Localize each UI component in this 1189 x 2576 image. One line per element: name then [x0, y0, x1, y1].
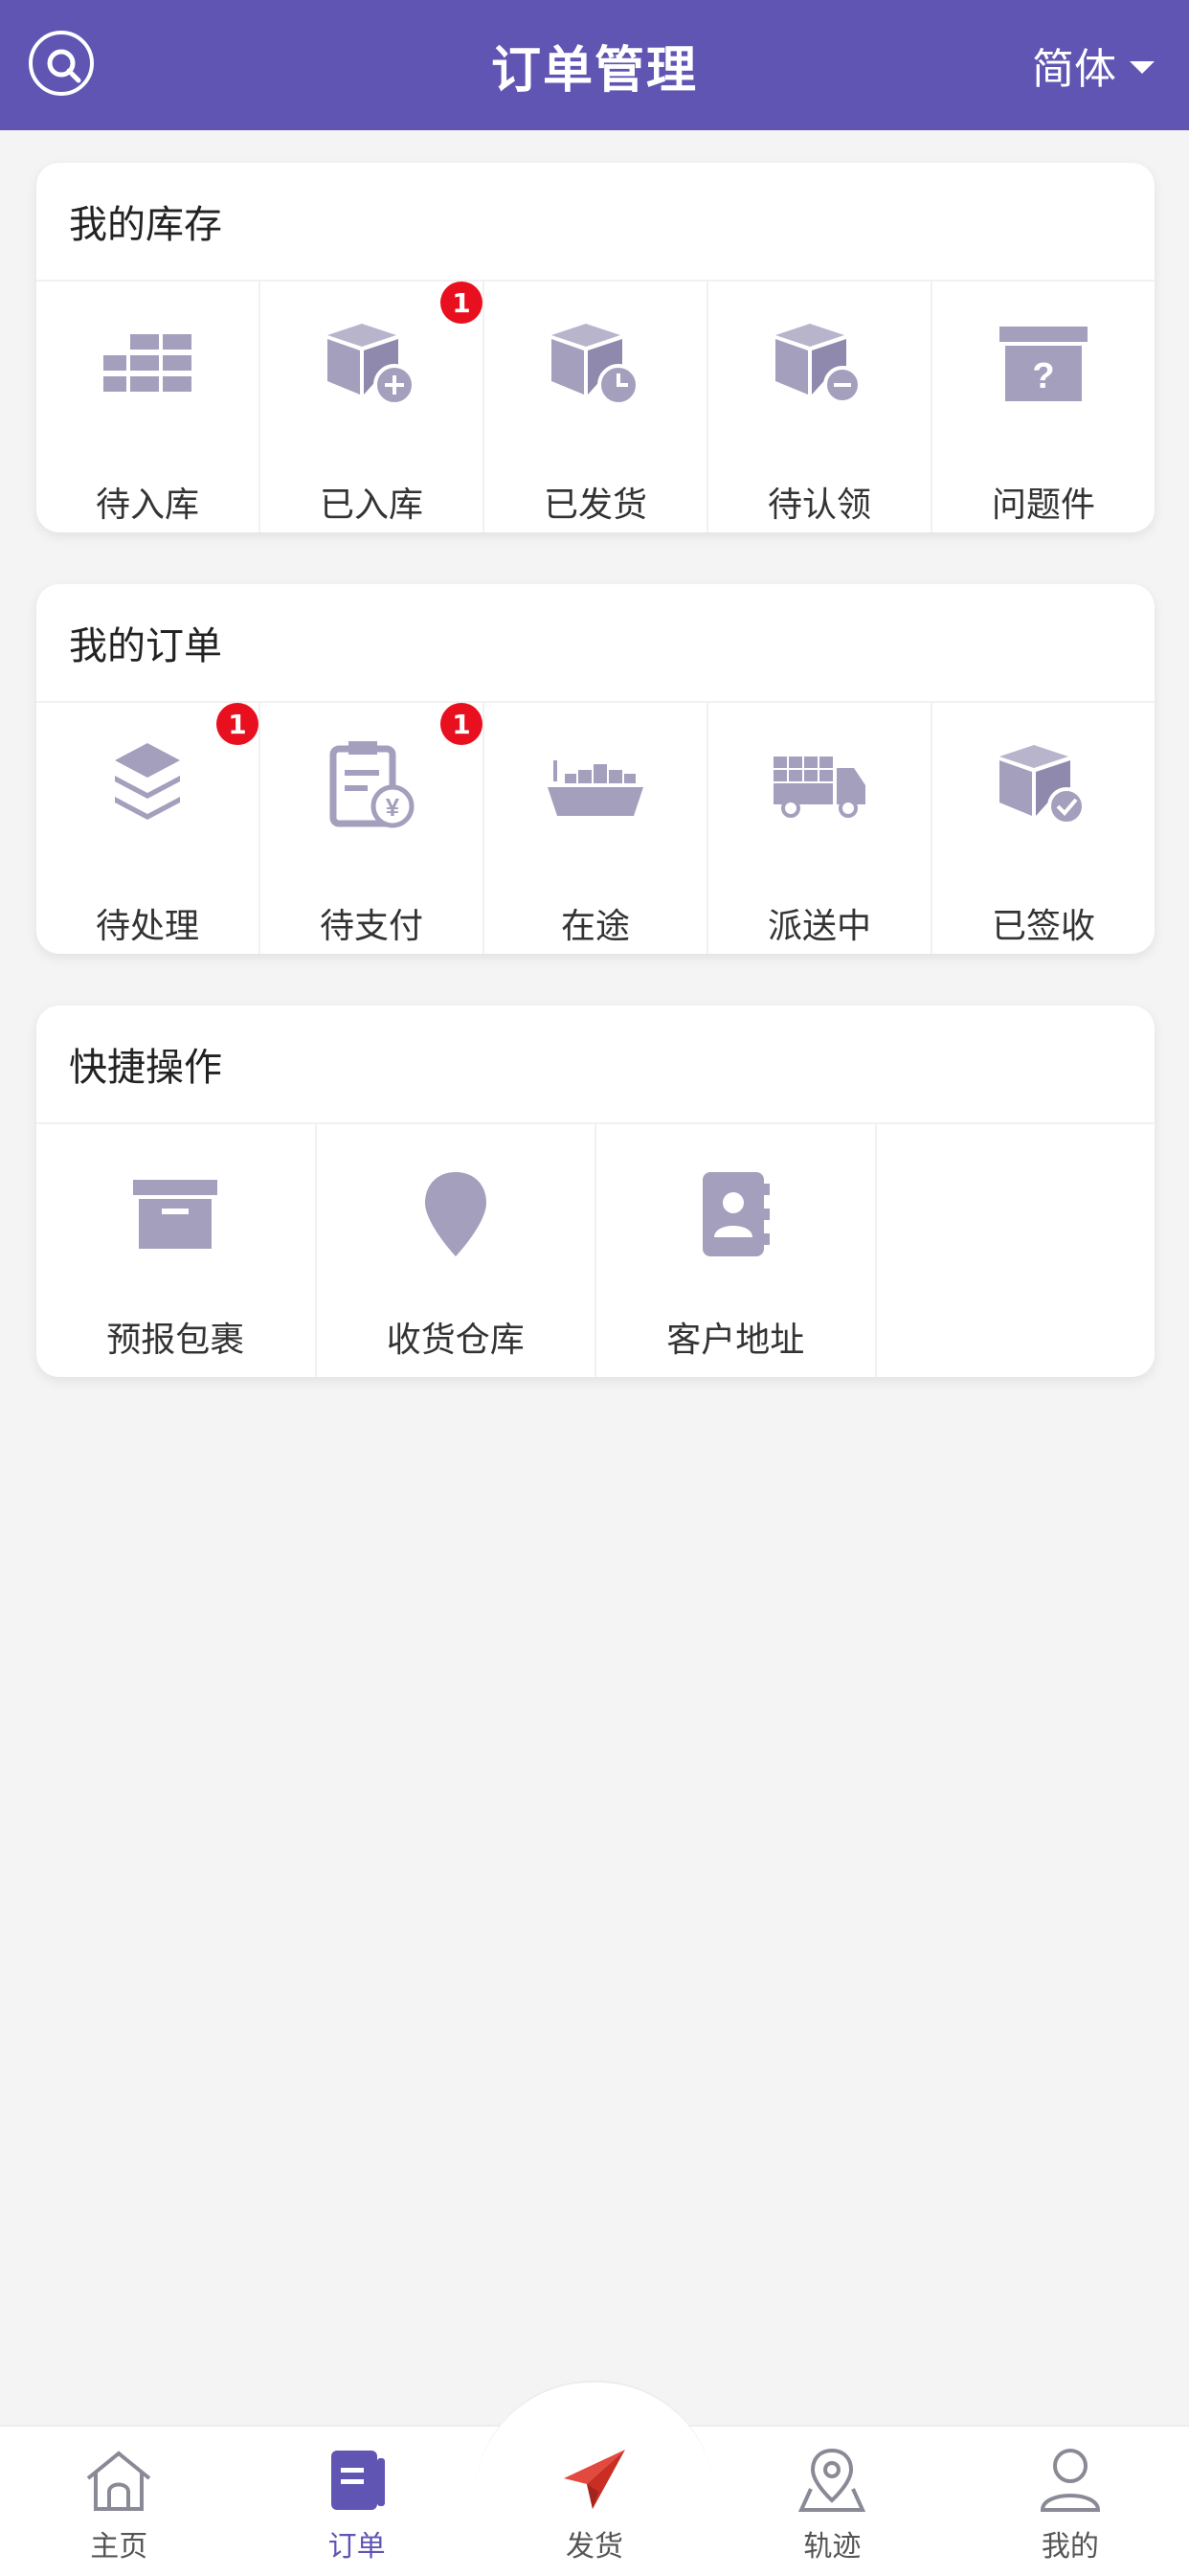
inventory-item-problem[interactable]: ? 问题件 [932, 282, 1155, 532]
inventory-label: 问题件 [991, 486, 1095, 525]
language-label: 简体 [1032, 45, 1116, 94]
inventory-label: 已入库 [319, 486, 423, 525]
box-question-icon: ? [986, 306, 1101, 421]
paper-plane-icon [556, 2442, 633, 2519]
app-header: 订单管理 简体 [0, 0, 1189, 130]
orders-item-delivering[interactable]: 派送中 [708, 703, 932, 954]
orders-label: 待处理 [95, 907, 199, 946]
inventory-title: 我的库存 [36, 163, 1155, 282]
orders-item-in-transit[interactable]: 在途 [484, 703, 708, 954]
inventory-label: 待入库 [95, 486, 199, 525]
orders-badge: 1 [440, 703, 482, 745]
inventory-item-unclaimed[interactable]: 待认领 [708, 282, 932, 532]
user-icon [1032, 2442, 1109, 2519]
map-pin-icon [794, 2442, 870, 2519]
svg-text:¥: ¥ [386, 793, 400, 822]
quick-actions-title: 快捷操作 [36, 1006, 1155, 1124]
quick-label: 预报包裹 [106, 1321, 245, 1360]
quick-item-forecast-parcel[interactable]: 预报包裹 [36, 1124, 317, 1377]
location-pin-icon [398, 1157, 513, 1272]
tab-label: 订单 [327, 2530, 386, 2564]
inventory-label: 待认领 [767, 486, 871, 525]
orders-label: 已签收 [991, 907, 1095, 946]
orders-label: 在途 [560, 907, 630, 946]
orders-title: 我的订单 [36, 584, 1155, 703]
quick-item-empty [877, 1124, 1155, 1377]
orders-badge: 1 [216, 703, 258, 745]
address-book-icon [678, 1157, 793, 1272]
quick-item-customer-address[interactable]: 客户地址 [596, 1124, 877, 1377]
inventory-item-inbound[interactable]: 1 已入库 [260, 282, 484, 532]
inventory-item-shipped[interactable]: 已发货 [484, 282, 708, 532]
page-title: 订单管理 [490, 41, 698, 100]
tab-home[interactable]: 主页 [0, 2427, 237, 2576]
box-minus-icon [762, 306, 877, 421]
archive-icon [118, 1157, 233, 1272]
orders-item-signed[interactable]: 已签收 [932, 703, 1155, 954]
inventory-card: 我的库存 待入库 1 已入库 已发货 待认领 ? 问题件 [36, 163, 1155, 532]
quick-actions-card: 快捷操作 预报包裹 收货仓库 客户地址 [36, 1006, 1155, 1377]
tab-label: 我的 [1041, 2530, 1099, 2564]
tab-label: 轨迹 [803, 2530, 862, 2564]
tab-ship[interactable]: 发货 [476, 2427, 713, 2576]
svg-text:?: ? [1032, 356, 1054, 396]
tab-orders[interactable]: 订单 [237, 2427, 475, 2576]
clipboard-yen-icon: ¥ [314, 728, 429, 843]
inventory-badge: 1 [440, 282, 482, 324]
inventory-item-pending-inbound[interactable]: 待入库 [36, 282, 260, 532]
orders-item-unpaid[interactable]: ¥ 1 待支付 [260, 703, 484, 954]
app-logo-icon[interactable] [29, 31, 94, 96]
chevron-down-icon [1130, 60, 1155, 74]
tab-label: 主页 [90, 2530, 148, 2564]
box-plus-icon [314, 306, 429, 421]
orders-card: 我的订单 1 待处理 ¥ 1 待支付 在途 派送中 已签收 [36, 584, 1155, 954]
quick-item-warehouse[interactable]: 收货仓库 [317, 1124, 596, 1377]
order-icon [319, 2442, 395, 2519]
inventory-label: 已发货 [543, 486, 647, 525]
tab-tracking[interactable]: 轨迹 [713, 2427, 951, 2576]
orders-label: 待支付 [319, 907, 423, 946]
orders-item-pending[interactable]: 1 待处理 [36, 703, 260, 954]
box-clock-icon [538, 306, 653, 421]
orders-label: 派送中 [767, 907, 871, 946]
bottom-tab-bar: 主页 订单 发货 轨迹 我的 [0, 2381, 1189, 2576]
bricks-icon [90, 306, 205, 421]
tab-mine[interactable]: 我的 [952, 2427, 1189, 2576]
layers-icon [90, 728, 205, 843]
home-icon [80, 2442, 157, 2519]
language-selector[interactable]: 简体 [1032, 0, 1155, 130]
tab-label: 发货 [566, 2530, 624, 2564]
quick-label: 收货仓库 [386, 1321, 525, 1360]
truck-icon [762, 728, 877, 843]
quick-label: 客户地址 [666, 1321, 805, 1360]
box-check-icon [986, 728, 1101, 843]
ship-icon [538, 728, 653, 843]
